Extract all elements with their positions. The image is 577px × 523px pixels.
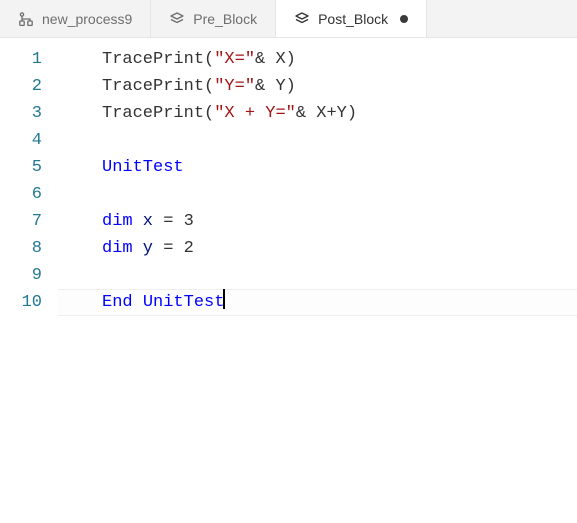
tab-post-block[interactable]: Post_Block bbox=[276, 0, 427, 37]
code-token: "X=" bbox=[214, 50, 255, 69]
code-token: dim bbox=[102, 239, 133, 258]
line-number: 9 bbox=[0, 262, 42, 289]
line-number: 4 bbox=[0, 127, 42, 154]
code-token: ( bbox=[204, 77, 214, 96]
code-line[interactable]: dim x = 3 bbox=[58, 208, 577, 235]
line-number: 8 bbox=[0, 235, 42, 262]
code-token bbox=[133, 293, 143, 312]
code-editor[interactable]: 12345678910 TracePrint("X="& X)TracePrin… bbox=[0, 38, 577, 523]
code-line[interactable]: TracePrint("X="& X) bbox=[58, 46, 577, 73]
code-token: End bbox=[102, 293, 133, 312]
tab-new-process9[interactable]: new_process9 bbox=[0, 0, 151, 37]
code-line[interactable] bbox=[58, 262, 577, 289]
code-line[interactable]: TracePrint("X + Y="& X+Y) bbox=[58, 100, 577, 127]
code-line[interactable] bbox=[58, 181, 577, 208]
layers-icon bbox=[294, 11, 310, 27]
line-number: 7 bbox=[0, 208, 42, 235]
code-line[interactable]: UnitTest bbox=[58, 154, 577, 181]
line-number: 2 bbox=[0, 73, 42, 100]
tab-label: new_process9 bbox=[42, 11, 132, 27]
code-token: UnitTest bbox=[102, 158, 184, 177]
code-line[interactable]: TracePrint("Y="& Y) bbox=[58, 73, 577, 100]
line-number: 10 bbox=[0, 289, 42, 316]
code-token: y bbox=[133, 239, 164, 258]
code-token: & Y) bbox=[255, 77, 296, 96]
code-token: 3 bbox=[173, 212, 193, 231]
line-number: 5 bbox=[0, 154, 42, 181]
unsaved-indicator-icon bbox=[400, 15, 408, 23]
code-token: TracePrint bbox=[102, 104, 204, 123]
code-token: & X+Y) bbox=[296, 104, 357, 123]
line-number: 3 bbox=[0, 100, 42, 127]
code-token: = bbox=[163, 239, 173, 258]
code-line[interactable]: End UnitTest bbox=[58, 289, 577, 316]
code-token: & X) bbox=[255, 50, 296, 69]
workflow-icon bbox=[18, 11, 34, 27]
line-number-gutter: 12345678910 bbox=[0, 38, 58, 523]
text-caret bbox=[223, 289, 225, 309]
code-token: TracePrint bbox=[102, 77, 204, 96]
layers-icon bbox=[169, 11, 185, 27]
code-token: = bbox=[163, 212, 173, 231]
line-number: 6 bbox=[0, 181, 42, 208]
code-token: TracePrint bbox=[102, 50, 204, 69]
code-line[interactable] bbox=[58, 127, 577, 154]
code-token: UnitTest bbox=[143, 293, 225, 312]
line-number: 1 bbox=[0, 46, 42, 73]
code-token: x bbox=[133, 212, 164, 231]
code-token: ( bbox=[204, 50, 214, 69]
tab-label: Pre_Block bbox=[193, 11, 257, 27]
code-token: "Y=" bbox=[214, 77, 255, 96]
code-token: "X + Y=" bbox=[214, 104, 296, 123]
tab-bar: new_process9 Pre_Block Post_Block bbox=[0, 0, 577, 38]
code-token: ( bbox=[204, 104, 214, 123]
code-token: dim bbox=[102, 212, 133, 231]
tab-label: Post_Block bbox=[318, 11, 388, 27]
code-line[interactable]: dim y = 2 bbox=[58, 235, 577, 262]
tab-pre-block[interactable]: Pre_Block bbox=[151, 0, 276, 37]
code-token: 2 bbox=[173, 239, 193, 258]
code-area[interactable]: TracePrint("X="& X)TracePrint("Y="& Y)Tr… bbox=[58, 38, 577, 523]
